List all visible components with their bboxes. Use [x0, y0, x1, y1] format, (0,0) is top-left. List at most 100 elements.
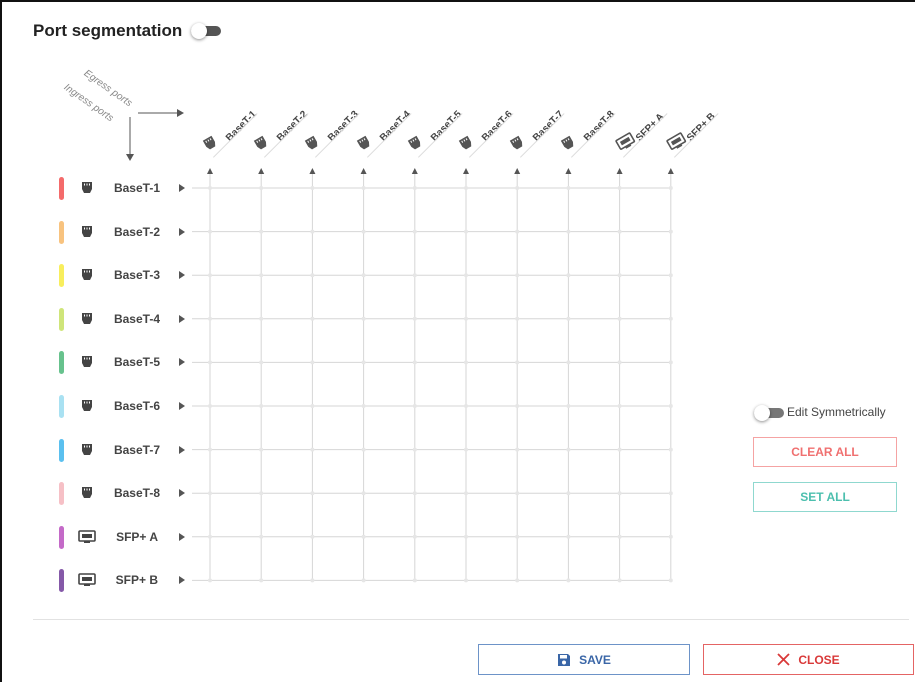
- matrix-cell[interactable]: [464, 404, 468, 408]
- matrix-cell[interactable]: [310, 360, 315, 365]
- matrix-cell[interactable]: [668, 360, 673, 365]
- matrix-cell[interactable]: [566, 273, 571, 278]
- matrix-cell[interactable]: [412, 491, 417, 496]
- matrix-cell[interactable]: [361, 316, 366, 321]
- matrix-cell[interactable]: [208, 447, 212, 452]
- matrix-cell[interactable]: [515, 186, 520, 190]
- matrix-cell[interactable]: [617, 316, 622, 321]
- matrix-cell[interactable]: [668, 404, 673, 408]
- matrix-cell[interactable]: [617, 447, 622, 452]
- matrix-cell[interactable]: [412, 229, 417, 234]
- matrix-cell[interactable]: [566, 491, 571, 496]
- close-button[interactable]: CLOSE: [703, 644, 914, 675]
- matrix-cell[interactable]: [310, 316, 315, 321]
- matrix-cell[interactable]: [259, 273, 264, 278]
- matrix-cell[interactable]: [412, 316, 417, 321]
- matrix-cell[interactable]: [515, 404, 520, 408]
- matrix-cell[interactable]: [259, 186, 264, 190]
- matrix-cell[interactable]: [361, 186, 366, 190]
- matrix-cell[interactable]: [668, 447, 673, 452]
- matrix-cell[interactable]: [208, 273, 212, 278]
- matrix-cell[interactable]: [566, 578, 571, 583]
- matrix-cell[interactable]: [515, 534, 520, 539]
- clear-all-button[interactable]: CLEAR ALL: [753, 437, 897, 467]
- matrix-cell[interactable]: [566, 186, 571, 190]
- matrix-cell[interactable]: [566, 404, 571, 408]
- matrix-cell[interactable]: [208, 491, 212, 496]
- matrix-cell[interactable]: [259, 316, 264, 321]
- matrix-cell[interactable]: [617, 360, 622, 365]
- matrix-cell[interactable]: [515, 229, 520, 234]
- matrix-cell[interactable]: [412, 186, 417, 190]
- matrix-cell[interactable]: [412, 273, 417, 278]
- matrix-cell[interactable]: [566, 229, 571, 234]
- matrix-cell[interactable]: [259, 229, 264, 234]
- matrix-cell[interactable]: [208, 404, 212, 408]
- matrix-cell[interactable]: [668, 491, 673, 496]
- set-all-button[interactable]: SET ALL: [753, 482, 897, 512]
- matrix-cell[interactable]: [515, 316, 520, 321]
- matrix-cell[interactable]: [668, 229, 673, 234]
- matrix-cell[interactable]: [464, 273, 468, 278]
- matrix-cell[interactable]: [259, 534, 264, 539]
- matrix-cell[interactable]: [668, 186, 673, 190]
- matrix-cell[interactable]: [412, 578, 417, 583]
- matrix-cell[interactable]: [617, 491, 622, 496]
- matrix-cell[interactable]: [259, 404, 264, 408]
- matrix-cell[interactable]: [464, 491, 468, 496]
- matrix-cell[interactable]: [412, 360, 417, 365]
- matrix-cell[interactable]: [617, 578, 622, 583]
- matrix-cell[interactable]: [668, 316, 673, 321]
- matrix-cell[interactable]: [464, 186, 468, 190]
- matrix-cell[interactable]: [361, 578, 366, 583]
- matrix-cell[interactable]: [668, 534, 673, 539]
- matrix-cell[interactable]: [259, 360, 264, 365]
- matrix-cell[interactable]: [361, 229, 366, 234]
- matrix-cell[interactable]: [464, 578, 468, 583]
- matrix-cell[interactable]: [515, 578, 520, 583]
- matrix-cell[interactable]: [361, 273, 366, 278]
- matrix-cell[interactable]: [361, 491, 366, 496]
- matrix-cell[interactable]: [515, 360, 520, 365]
- matrix-cell[interactable]: [464, 534, 468, 539]
- matrix-cell[interactable]: [617, 404, 622, 408]
- matrix-cell[interactable]: [515, 273, 520, 278]
- matrix-cell[interactable]: [617, 229, 622, 234]
- matrix-cell[interactable]: [566, 316, 571, 321]
- matrix-cell[interactable]: [310, 578, 315, 583]
- matrix-cell[interactable]: [310, 491, 315, 496]
- matrix-cell[interactable]: [566, 360, 571, 365]
- matrix-cell[interactable]: [208, 186, 212, 190]
- matrix-cell[interactable]: [464, 447, 468, 452]
- matrix-cell[interactable]: [566, 447, 571, 452]
- matrix-cell[interactable]: [310, 229, 315, 234]
- matrix-cell[interactable]: [310, 404, 315, 408]
- matrix-cell[interactable]: [208, 229, 212, 234]
- matrix-cell[interactable]: [361, 447, 366, 452]
- matrix-cell[interactable]: [412, 534, 417, 539]
- matrix-cell[interactable]: [259, 578, 264, 583]
- matrix-cell[interactable]: [208, 316, 212, 321]
- matrix-cell[interactable]: [617, 273, 622, 278]
- matrix-cell[interactable]: [310, 534, 315, 539]
- matrix-cell[interactable]: [361, 404, 366, 408]
- matrix-cell[interactable]: [208, 534, 212, 539]
- matrix-cell[interactable]: [208, 360, 212, 365]
- matrix-cell[interactable]: [310, 186, 315, 190]
- matrix-cell[interactable]: [259, 447, 264, 452]
- matrix-cell[interactable]: [464, 360, 468, 365]
- matrix-cell[interactable]: [412, 404, 417, 408]
- matrix-cell[interactable]: [617, 186, 622, 190]
- matrix-cell[interactable]: [668, 273, 673, 278]
- matrix-cell[interactable]: [464, 229, 468, 234]
- matrix-cell[interactable]: [361, 360, 366, 365]
- matrix-cell[interactable]: [515, 491, 520, 496]
- matrix-cell[interactable]: [259, 491, 264, 496]
- matrix-cell[interactable]: [566, 534, 571, 539]
- matrix-cell[interactable]: [361, 534, 366, 539]
- matrix-cell[interactable]: [310, 273, 315, 278]
- matrix-cell[interactable]: [208, 578, 212, 583]
- matrix-cell[interactable]: [515, 447, 520, 452]
- matrix-cell[interactable]: [310, 447, 315, 452]
- save-button[interactable]: SAVE: [478, 644, 690, 675]
